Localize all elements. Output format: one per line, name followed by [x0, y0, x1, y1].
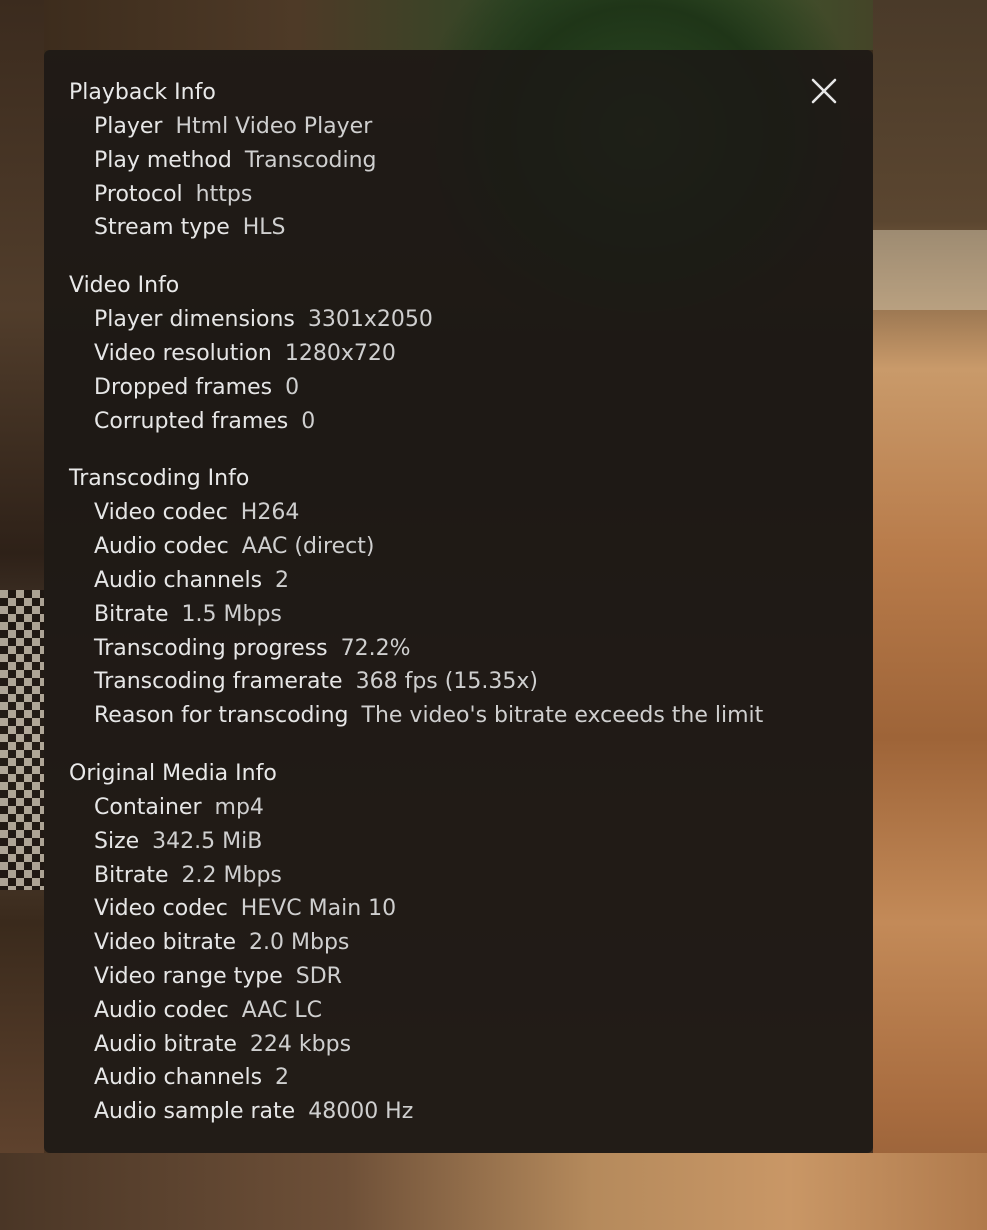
stat-value: The video's bitrate exceeds the limit — [361, 703, 764, 729]
stat-value: Transcoding — [244, 147, 377, 173]
stat-value: 3301x2050 — [307, 307, 433, 333]
stat-row: Audio codec AAC LC — [69, 994, 848, 1028]
stat-value: HLS — [242, 215, 286, 241]
stats-section: Transcoding Info Video codec H264 Audio cod… — [69, 462, 848, 733]
stat-label: Transcoding progress — [94, 635, 328, 661]
stat-label: Audio sample rate — [94, 1099, 296, 1125]
stat-row: Video codec H264 — [69, 496, 848, 530]
stat-row: Size 342.5 MiB — [69, 825, 848, 859]
stat-row: Audio sample rate 48000 Hz — [69, 1095, 848, 1129]
stat-label: Audio codec — [94, 534, 229, 560]
stat-label: Dropped frames — [94, 374, 273, 400]
stat-label: Player — [94, 114, 163, 139]
video-background-right — [873, 0, 987, 1230]
stat-row: Protocol https — [69, 178, 848, 212]
stat-value: 2.2 Mbps — [181, 862, 282, 888]
stat-value: H264 — [240, 500, 300, 526]
stat-label: Audio channels — [94, 1065, 263, 1091]
stat-value: AAC (direct) — [241, 534, 375, 560]
stat-row: Bitrate 1.5 Mbps — [69, 598, 848, 632]
stat-label: Size — [94, 828, 140, 854]
stat-label: Reason for transcoding — [94, 703, 349, 729]
stat-value: mp4 — [214, 794, 264, 820]
stat-label: Video bitrate — [94, 930, 237, 956]
stat-row: Audio bitrate 224 kbps — [69, 1028, 848, 1062]
close-icon — [811, 78, 837, 104]
stat-row: Corrupted frames 0 — [69, 405, 848, 439]
stat-value: Html Video Player — [175, 114, 373, 139]
stats-section: Playback Info Player Html Video Player Play… — [69, 76, 848, 245]
stat-value: 2.0 Mbps — [249, 930, 350, 956]
playback-info-panel: Playback Info Player Html Video Player Play… — [44, 50, 873, 1153]
stat-row: Player Html Video Player — [69, 110, 848, 144]
video-background-bottom — [0, 1153, 987, 1230]
stat-value: https — [195, 181, 253, 207]
stat-label: Video resolution — [94, 340, 272, 366]
stat-label: Player dimensions — [94, 307, 295, 333]
stat-value: 2 — [275, 567, 290, 593]
stat-row: Container mp4 — [69, 791, 848, 825]
stat-value: 72.2% — [340, 635, 411, 661]
stats-section: Original Media Info Container mp4 Size 342.5… — [69, 757, 848, 1129]
close-button[interactable] — [809, 76, 839, 106]
stat-value: SDR — [295, 963, 342, 989]
stat-value: 0 — [285, 374, 300, 400]
stat-label: Protocol — [94, 181, 183, 207]
stat-row: Play method Transcoding — [69, 144, 848, 178]
stat-value: 1.5 Mbps — [181, 601, 282, 627]
stats-sections: Playback Info Player Html Video Player Play… — [69, 76, 848, 1129]
stat-row: Video range type SDR — [69, 960, 848, 994]
stat-label: Bitrate — [94, 862, 169, 888]
stat-value: 48000 Hz — [308, 1099, 414, 1125]
stat-row: Video resolution 1280x720 — [69, 337, 848, 371]
stat-row: Bitrate 2.2 Mbps — [69, 859, 848, 893]
section-title: Original Media Info — [69, 760, 277, 786]
stat-label: Video range type — [94, 963, 283, 989]
stat-row: Stream type HLS — [69, 211, 848, 245]
stat-label: Play method — [94, 147, 232, 173]
section-title: Transcoding Info — [69, 466, 250, 492]
stat-row: Player dimensions 3301x2050 — [69, 303, 848, 337]
stat-value: AAC LC — [241, 997, 322, 1023]
stat-row: Transcoding progress 72.2% — [69, 632, 848, 666]
stat-value: 1280x720 — [284, 340, 396, 366]
stat-label: Container — [94, 794, 202, 820]
stat-label: Corrupted frames — [94, 408, 289, 434]
stat-label: Transcoding framerate — [94, 669, 343, 695]
stat-value: 368 fps (15.35x) — [355, 669, 538, 695]
stat-row: Reason for transcoding The video's bitrat… — [69, 699, 848, 733]
stat-label: Video codec — [94, 896, 228, 922]
stat-label: Stream type — [94, 215, 230, 241]
video-background-checker — [0, 590, 44, 890]
section-title: Playback Info — [69, 80, 216, 105]
stat-row: Video bitrate 2.0 Mbps — [69, 926, 848, 960]
stat-label: Audio bitrate — [94, 1031, 237, 1057]
stat-row: Video codec HEVC Main 10 — [69, 892, 848, 926]
stat-label: Bitrate — [94, 601, 169, 627]
stat-label: Audio channels — [94, 567, 263, 593]
stat-value: 224 kbps — [249, 1031, 352, 1057]
stat-label: Audio codec — [94, 997, 229, 1023]
stat-label: Video codec — [94, 500, 228, 526]
stats-section: Video Info Player dimensions 3301x2050 Vide… — [69, 269, 848, 438]
stat-row: Transcoding framerate 368 fps (15.35x) — [69, 665, 848, 699]
stat-row: Audio channels 2 — [69, 1061, 848, 1095]
stat-row: Audio codec AAC (direct) — [69, 530, 848, 564]
section-title: Video Info — [69, 273, 180, 299]
stat-row: Dropped frames 0 — [69, 371, 848, 405]
video-background-right-highlight — [873, 230, 987, 310]
stat-value: 0 — [301, 408, 316, 434]
stat-value: HEVC Main 10 — [240, 896, 397, 922]
stat-value: 2 — [275, 1065, 290, 1091]
stat-value: 342.5 MiB — [152, 828, 263, 854]
stat-row: Audio channels 2 — [69, 564, 848, 598]
